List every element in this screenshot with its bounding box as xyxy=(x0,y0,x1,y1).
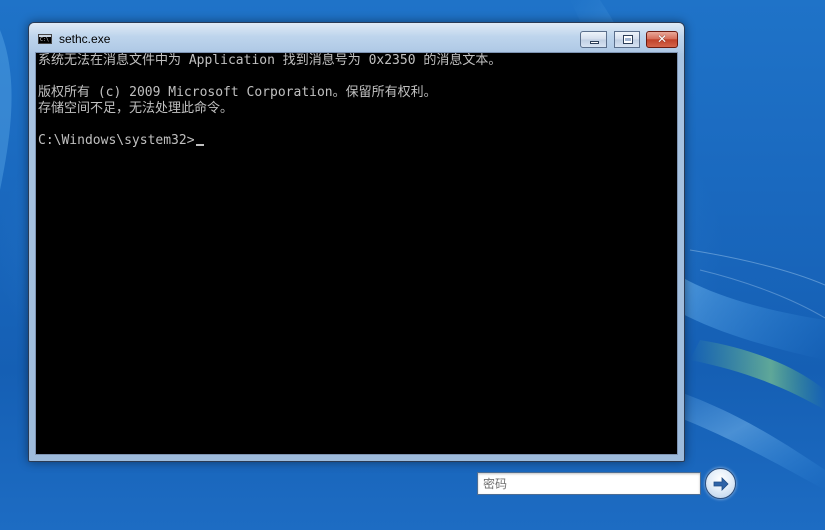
close-button[interactable]: ✕ xyxy=(646,31,678,48)
arrow-right-icon xyxy=(713,477,729,491)
console-window[interactable]: C:\ sethc.exe ✕ 系统无法在消息文件中为 Application … xyxy=(28,22,685,462)
console-line: 存储空间不足，无法处理此命令。 xyxy=(38,101,234,116)
submit-button[interactable] xyxy=(705,468,736,499)
console-output[interactable]: 系统无法在消息文件中为 Application 找到消息号为 0x2350 的消… xyxy=(35,52,678,455)
minimize-icon xyxy=(590,41,599,44)
console-line: 版权所有 (c) 2009 Microsoft Corporation。保留所有… xyxy=(38,85,437,100)
close-icon: ✕ xyxy=(656,32,668,46)
window-title: sethc.exe xyxy=(59,32,111,46)
command-prompt: C:\Windows\system32> xyxy=(38,133,195,148)
console-app-icon[interactable]: C:\ xyxy=(38,34,52,44)
maximize-icon xyxy=(623,35,633,44)
text-cursor xyxy=(195,144,204,146)
console-line: 系统无法在消息文件中为 Application 找到消息号为 0x2350 的消… xyxy=(38,53,502,68)
command-prompt-line[interactable]: C:\Windows\system32> xyxy=(38,133,658,149)
console-scrollbar[interactable] xyxy=(671,53,677,454)
minimize-button[interactable] xyxy=(580,31,607,48)
maximize-button[interactable] xyxy=(614,31,640,48)
console-text: 系统无法在消息文件中为 Application 找到消息号为 0x2350 的消… xyxy=(38,53,658,149)
title-bar[interactable]: C:\ sethc.exe ✕ xyxy=(29,23,684,53)
password-field[interactable] xyxy=(477,472,701,495)
